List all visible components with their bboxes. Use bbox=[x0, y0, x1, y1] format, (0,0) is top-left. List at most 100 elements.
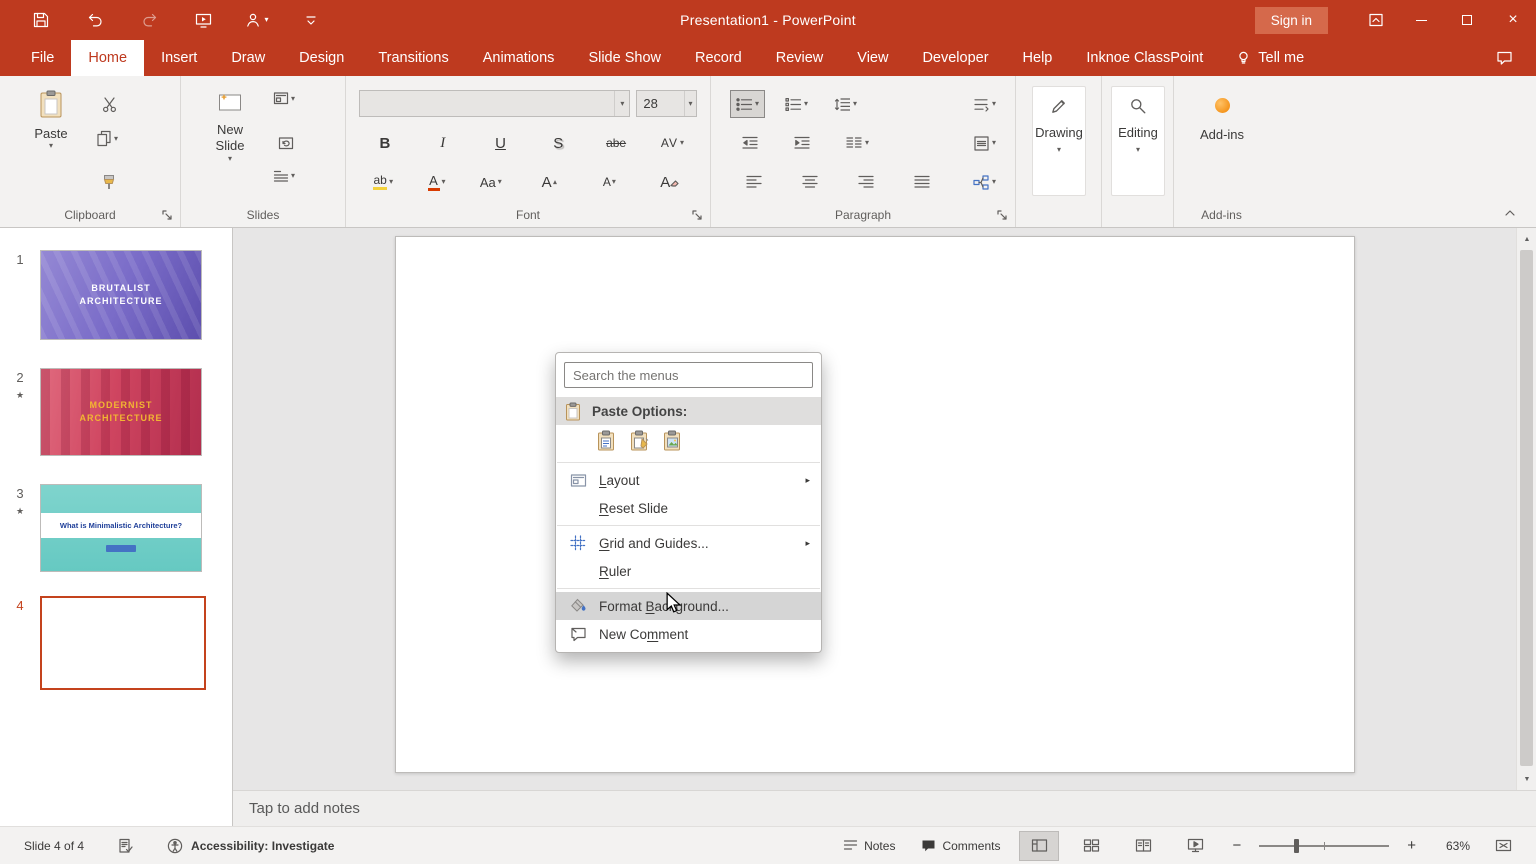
tab-help[interactable]: Help bbox=[1006, 40, 1070, 76]
slide-thumbnail-2[interactable]: MODERNIST ARCHITECTURE bbox=[40, 368, 202, 456]
undo-button[interactable] bbox=[68, 4, 122, 36]
tab-developer[interactable]: Developer bbox=[905, 40, 1005, 76]
font-size-combobox[interactable]: ▾ bbox=[636, 90, 697, 117]
addins-button[interactable]: Add-ins bbox=[1195, 84, 1249, 206]
line-spacing-button[interactable]: ▾ bbox=[829, 91, 862, 117]
editing-button[interactable]: Editing ▾ bbox=[1111, 86, 1165, 196]
layout-button[interactable]: ▾ bbox=[273, 91, 295, 106]
scrollbar-thumb[interactable] bbox=[1520, 250, 1533, 766]
close-button[interactable]: × bbox=[1490, 0, 1536, 40]
slide-thumbnail-3[interactable]: What is Minimalistic Architecture? bbox=[40, 484, 202, 572]
comments-status-button[interactable]: Comments bbox=[915, 835, 1006, 857]
slide-thumbnail-1[interactable]: BRUTALIST ARCHITECTURE bbox=[40, 250, 202, 340]
change-case-button[interactable]: Aa ▾ bbox=[480, 176, 502, 189]
copy-button[interactable]: ▾ bbox=[96, 130, 118, 147]
menu-item-grid-and-guides[interactable]: Grid and Guides... ▸ bbox=[556, 529, 821, 557]
new-slide-button[interactable]: New Slide ▾ bbox=[203, 84, 257, 206]
align-text-button[interactable]: ▾ bbox=[969, 130, 1001, 156]
menu-item-new-comment[interactable]: New Comment bbox=[556, 620, 821, 648]
font-name-input[interactable] bbox=[360, 91, 615, 116]
tab-insert[interactable]: Insert bbox=[144, 40, 214, 76]
paste-picture-button[interactable] bbox=[663, 430, 683, 455]
increase-indent-button[interactable] bbox=[789, 130, 815, 156]
tab-review[interactable]: Review bbox=[759, 40, 841, 76]
tab-transitions[interactable]: Transitions bbox=[361, 40, 465, 76]
normal-view-button[interactable] bbox=[1019, 830, 1060, 861]
maximize-button[interactable] bbox=[1444, 0, 1490, 40]
text-highlight-button[interactable]: ab ▾ bbox=[373, 174, 393, 190]
paste-keep-source-formatting-button[interactable] bbox=[630, 430, 650, 455]
italic-button[interactable]: I bbox=[430, 130, 456, 156]
menu-item-layout[interactable]: Layout ▸ bbox=[556, 466, 821, 494]
zoom-out-button[interactable]: − bbox=[1228, 837, 1245, 854]
tab-inknoe-classpoint[interactable]: Inknoe ClassPoint bbox=[1069, 40, 1220, 76]
text-shadow-button[interactable]: S bbox=[545, 130, 571, 156]
decrease-indent-button[interactable] bbox=[737, 130, 763, 156]
tab-view[interactable]: View bbox=[840, 40, 905, 76]
tab-design[interactable]: Design bbox=[282, 40, 361, 76]
numbering-button[interactable]: ▾ bbox=[780, 91, 813, 117]
text-direction-button[interactable]: ▾ bbox=[968, 91, 1001, 117]
chevron-down-icon[interactable]: ▾ bbox=[683, 91, 696, 116]
save-button[interactable] bbox=[14, 4, 68, 36]
font-dialog-launcher[interactable] bbox=[690, 208, 704, 222]
slide-thumbnail-4[interactable] bbox=[40, 596, 206, 690]
format-painter-button[interactable] bbox=[96, 169, 122, 195]
underline-button[interactable]: U bbox=[487, 130, 513, 156]
ribbon-display-options-button[interactable] bbox=[1354, 0, 1398, 40]
minimize-button[interactable] bbox=[1398, 0, 1444, 40]
sign-in-button[interactable]: Sign in bbox=[1254, 6, 1328, 34]
zoom-in-button[interactable]: + bbox=[1403, 837, 1420, 854]
tab-animations[interactable]: Animations bbox=[466, 40, 572, 76]
zoom-slider[interactable] bbox=[1259, 838, 1390, 853]
menu-item-ruler[interactable]: Ruler bbox=[556, 557, 821, 585]
chevron-down-icon[interactable]: ▾ bbox=[614, 91, 629, 116]
paste-destination-theme-button[interactable] bbox=[597, 430, 617, 455]
tab-slide-show[interactable]: Slide Show bbox=[571, 40, 678, 76]
convert-to-smartart-button[interactable]: ▾ bbox=[968, 169, 1001, 195]
menu-search-input[interactable] bbox=[564, 362, 813, 388]
strikethrough-button[interactable]: abe bbox=[603, 130, 629, 156]
increase-font-size-button[interactable]: A ▾ bbox=[536, 169, 562, 195]
tab-record[interactable]: Record bbox=[678, 40, 759, 76]
decrease-font-size-button[interactable]: A ▾ bbox=[596, 169, 622, 195]
menu-item-format-background[interactable]: Format Background... bbox=[556, 592, 821, 620]
account-button[interactable]: ▾ bbox=[230, 4, 284, 36]
animation-star-icon[interactable]: ★ bbox=[16, 390, 24, 401]
slide-show-view-button[interactable] bbox=[1176, 832, 1214, 860]
align-left-button[interactable] bbox=[741, 169, 767, 195]
redo-button[interactable] bbox=[122, 4, 176, 36]
cut-button[interactable] bbox=[96, 91, 122, 117]
reset-slide-button[interactable] bbox=[273, 130, 299, 156]
drawing-button[interactable]: Drawing ▾ bbox=[1032, 86, 1086, 196]
zoom-slider-thumb[interactable] bbox=[1294, 838, 1300, 853]
accessibility-button[interactable]: Accessibility: Investigate bbox=[167, 838, 334, 854]
notes-toggle-button[interactable]: Notes bbox=[837, 835, 901, 857]
start-from-beginning-button[interactable] bbox=[176, 4, 230, 36]
zoom-percentage[interactable]: 63% bbox=[1434, 839, 1470, 853]
reading-view-button[interactable] bbox=[1124, 832, 1162, 860]
align-right-button[interactable] bbox=[853, 169, 879, 195]
animation-star-icon[interactable]: ★ bbox=[16, 506, 24, 517]
slide-canvas[interactable] bbox=[395, 236, 1355, 773]
paste-button[interactable]: Paste ▾ bbox=[24, 84, 78, 206]
paragraph-dialog-launcher[interactable] bbox=[995, 208, 1009, 222]
spell-check-button[interactable] bbox=[112, 834, 139, 858]
tab-file[interactable]: File bbox=[14, 40, 71, 76]
columns-button[interactable]: ▾ bbox=[841, 130, 874, 156]
clipboard-dialog-launcher[interactable] bbox=[160, 208, 174, 222]
menu-item-reset-slide[interactable]: Reset Slide bbox=[556, 494, 821, 522]
slide-sorter-view-button[interactable] bbox=[1072, 832, 1110, 860]
scroll-up-button[interactable]: ▲ bbox=[1517, 230, 1536, 248]
tell-me-button[interactable]: Tell me bbox=[1220, 40, 1320, 76]
comments-toggle-button[interactable] bbox=[1482, 38, 1526, 78]
tab-home[interactable]: Home bbox=[71, 40, 145, 76]
fit-slide-to-window-button[interactable] bbox=[1484, 832, 1522, 860]
character-spacing-button[interactable]: AV ▾ bbox=[661, 137, 684, 149]
notes-pane[interactable]: Tap to add notes bbox=[233, 790, 1536, 826]
customize-qat-button[interactable] bbox=[284, 4, 338, 36]
align-center-button[interactable] bbox=[797, 169, 823, 195]
font-name-combobox[interactable]: ▾ bbox=[359, 90, 631, 117]
justify-button[interactable] bbox=[909, 169, 935, 195]
tab-draw[interactable]: Draw bbox=[214, 40, 282, 76]
